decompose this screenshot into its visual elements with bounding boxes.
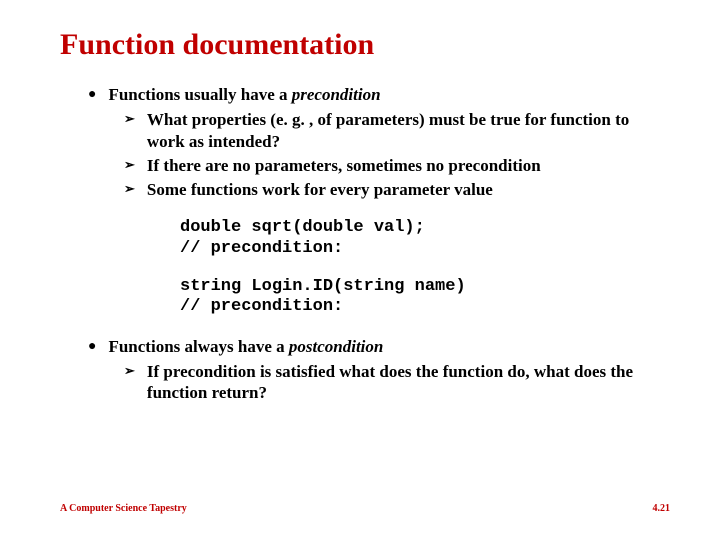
bullet-precondition: ● Functions usually have a precondition [88,84,670,105]
bullet-postcondition: ● Functions always have a postcondition [88,336,670,357]
slide-title: Function documentation [60,28,670,62]
subbullet-text: If precondition is satisfied what does t… [147,361,670,404]
footer-left: A Computer Science Tapestry [60,503,187,514]
subbullet: ➢ What properties (e. g. , of parameters… [124,109,670,152]
subbullet: ➢ Some functions work for every paramete… [124,179,670,200]
arrow-icon: ➢ [124,155,135,176]
subbullet-text: Some functions work for every parameter … [147,179,670,200]
code-login: string Login.ID(string name) // precondi… [180,277,670,318]
slide: Function documentation ● Functions usual… [0,0,720,540]
bullet-dot-icon: ● [88,336,96,357]
subbullet-text: If there are no parameters, sometimes no… [147,155,670,176]
subbullet: ➢ If precondition is satisfied what does… [124,361,670,404]
subbullet-text: What properties (e. g. , of parameters) … [147,109,670,152]
code-sqrt: double sqrt(double val); // precondition… [180,218,670,259]
arrow-icon: ➢ [124,109,135,152]
arrow-icon: ➢ [124,361,135,404]
bullet-text: Functions always have a postcondition [108,336,670,357]
arrow-icon: ➢ [124,179,135,200]
bullet-dot-icon: ● [88,84,96,105]
subbullet: ➢ If there are no parameters, sometimes … [124,155,670,176]
footer-right: 4.21 [653,503,671,514]
bullet-text: Functions usually have a precondition [108,84,670,105]
footer: A Computer Science Tapestry 4.21 [60,503,670,514]
